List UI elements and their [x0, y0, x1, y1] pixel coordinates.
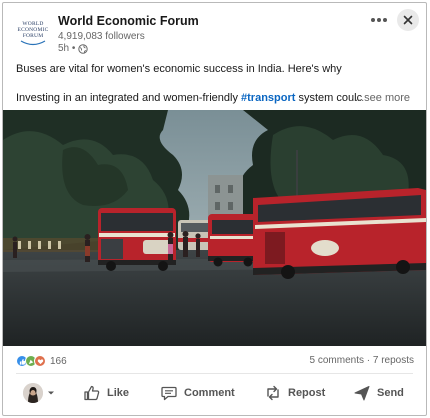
comments-reposts-count[interactable]: 5 comments · 7 reposts [310, 355, 414, 366]
actions-divider [16, 373, 413, 374]
post-image[interactable] [3, 110, 426, 346]
comment-label: Comment [184, 387, 235, 399]
send-label: Send [377, 387, 404, 399]
actor-switcher[interactable] [23, 383, 55, 403]
repost-button[interactable]: Repost [264, 384, 325, 402]
post-text-line-2: Investing in an integrated and women-fri… [16, 92, 362, 104]
repost-label: Repost [288, 387, 326, 399]
post-meta: 5h • [58, 43, 89, 54]
post-text-after-hashtag: system coulc [295, 92, 363, 104]
comment-button[interactable]: Comment [160, 384, 235, 402]
post-action-bar: Like Comment Repost Send [3, 379, 426, 411]
bus-street-photo [3, 110, 426, 346]
dismiss-post-button[interactable] [397, 9, 419, 31]
logo-arc-icon [20, 39, 46, 45]
like-button[interactable]: Like [83, 384, 129, 402]
see-more-link[interactable]: ...see more [355, 92, 410, 104]
post-text-before-hashtag: Investing in an integrated and women-fri… [16, 92, 242, 104]
reaction-count: 166 [50, 355, 67, 367]
more-options-button[interactable] [368, 11, 390, 29]
post-text-line-1: Buses are vital for women's economic suc… [16, 63, 342, 75]
like-label: Like [107, 387, 130, 399]
author-name[interactable]: World Economic Forum [58, 14, 199, 28]
avatar [23, 383, 43, 403]
post-time: 5h • [58, 43, 76, 54]
logo-word-3: FORUM [22, 32, 44, 39]
company-logo[interactable]: WORLD ECONOMIC FORUM [15, 15, 51, 51]
hashtag-link[interactable]: #transport [241, 92, 295, 104]
send-icon [354, 386, 370, 401]
feed-post-card: WORLD ECONOMIC FORUM World Economic Foru… [2, 2, 427, 416]
support-icon [34, 355, 46, 367]
thumbs-up-icon [84, 385, 100, 401]
reactions-summary[interactable]: 166 [16, 355, 67, 367]
follower-count: 4,919,083 followers [58, 31, 145, 42]
close-icon [403, 15, 413, 25]
comment-icon [161, 386, 177, 401]
repost-icon [267, 385, 279, 401]
send-button[interactable]: Send [353, 384, 404, 402]
globe-icon [78, 43, 89, 54]
chevron-down-icon [48, 391, 54, 395]
user-avatar-icon [23, 383, 43, 403]
ellipsis-icon [371, 18, 387, 22]
